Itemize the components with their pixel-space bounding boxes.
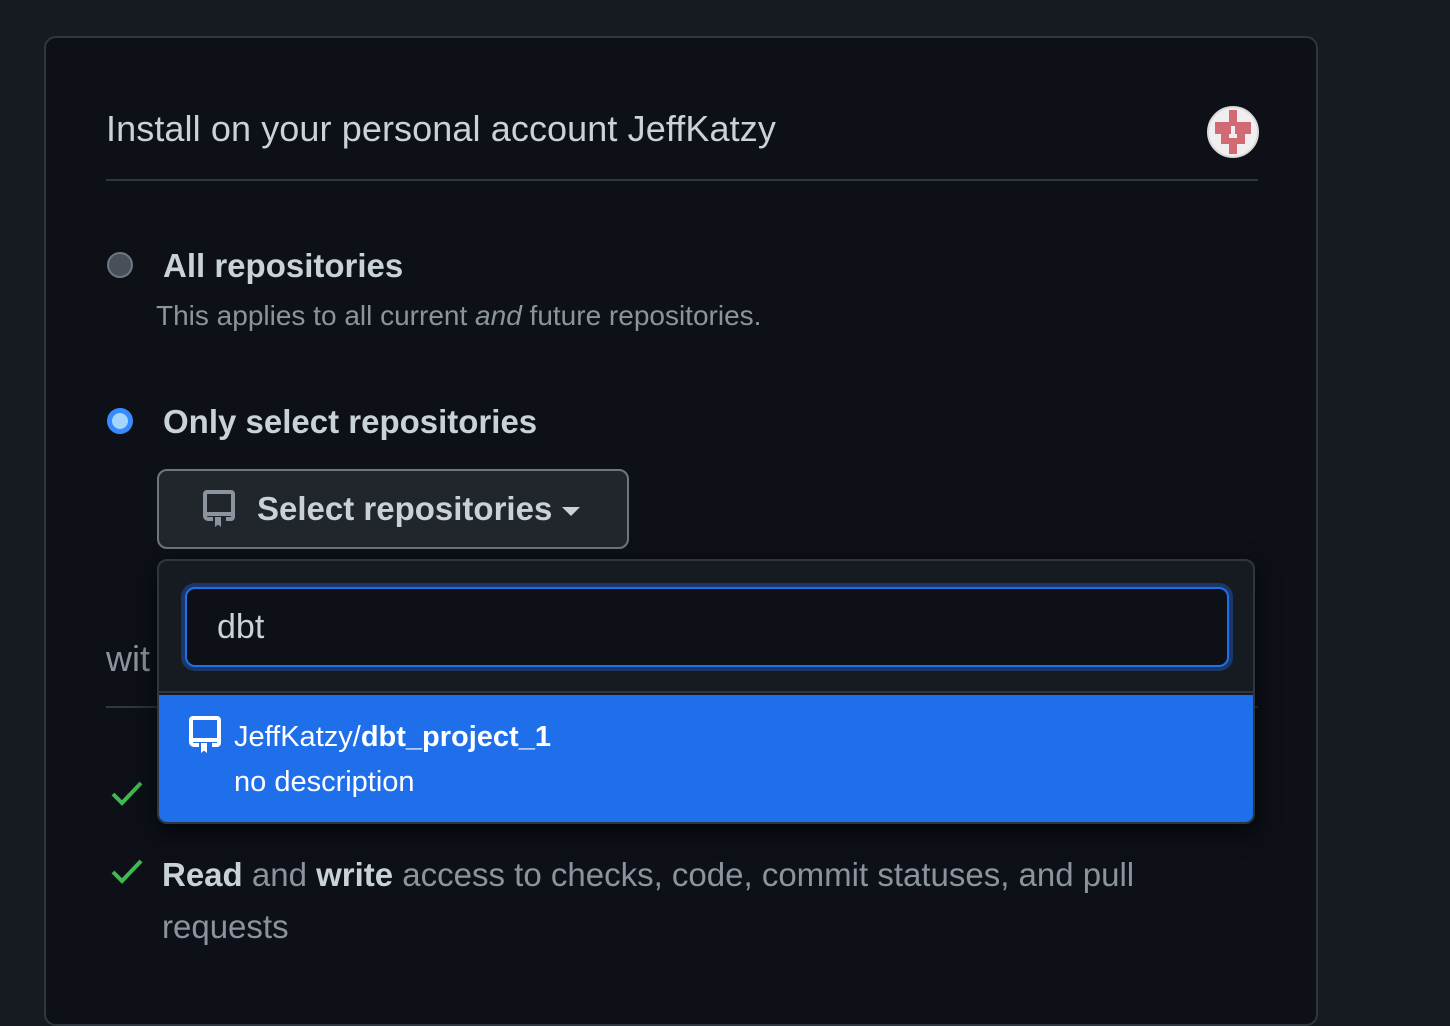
repository-search-input[interactable] [185,587,1229,667]
select-repositories-label[interactable]: Only select repositories [163,403,537,441]
result-repo-description: no description [234,766,415,798]
select-repositories-button-label: Select repositories [257,490,553,527]
repository-dropdown: JeffKatzy/dbt_project_1 no description [157,559,1255,824]
list-item[interactable]: JeffKatzy/dbt_project_1 no description [159,695,1253,822]
all-repositories-description: This applies to all current and future r… [156,300,762,331]
caret-down-icon [562,506,581,516]
all-repositories-radio[interactable] [107,252,133,278]
check-icon [110,778,144,814]
permission-read-write: Read and write access to checks, code, c… [162,856,1135,945]
partial-heading: wit [106,638,150,679]
repo-icon [203,490,235,527]
all-repositories-label[interactable]: All repositories [163,247,403,285]
title-divider [106,179,1258,181]
repo-icon [189,715,223,760]
avatar-identicon [1215,110,1251,154]
install-card: Install on your personal account JeffKat… [44,36,1318,1026]
check-icon [110,856,144,892]
result-repo-name: JeffKatzy/dbt_project_1 [234,721,551,753]
avatar[interactable] [1207,106,1259,158]
select-repositories-button[interactable]: Select repositories [157,469,629,549]
search-container [159,561,1253,693]
select-repositories-radio[interactable] [107,408,133,434]
page-title: Install on your personal account JeffKat… [106,108,776,149]
